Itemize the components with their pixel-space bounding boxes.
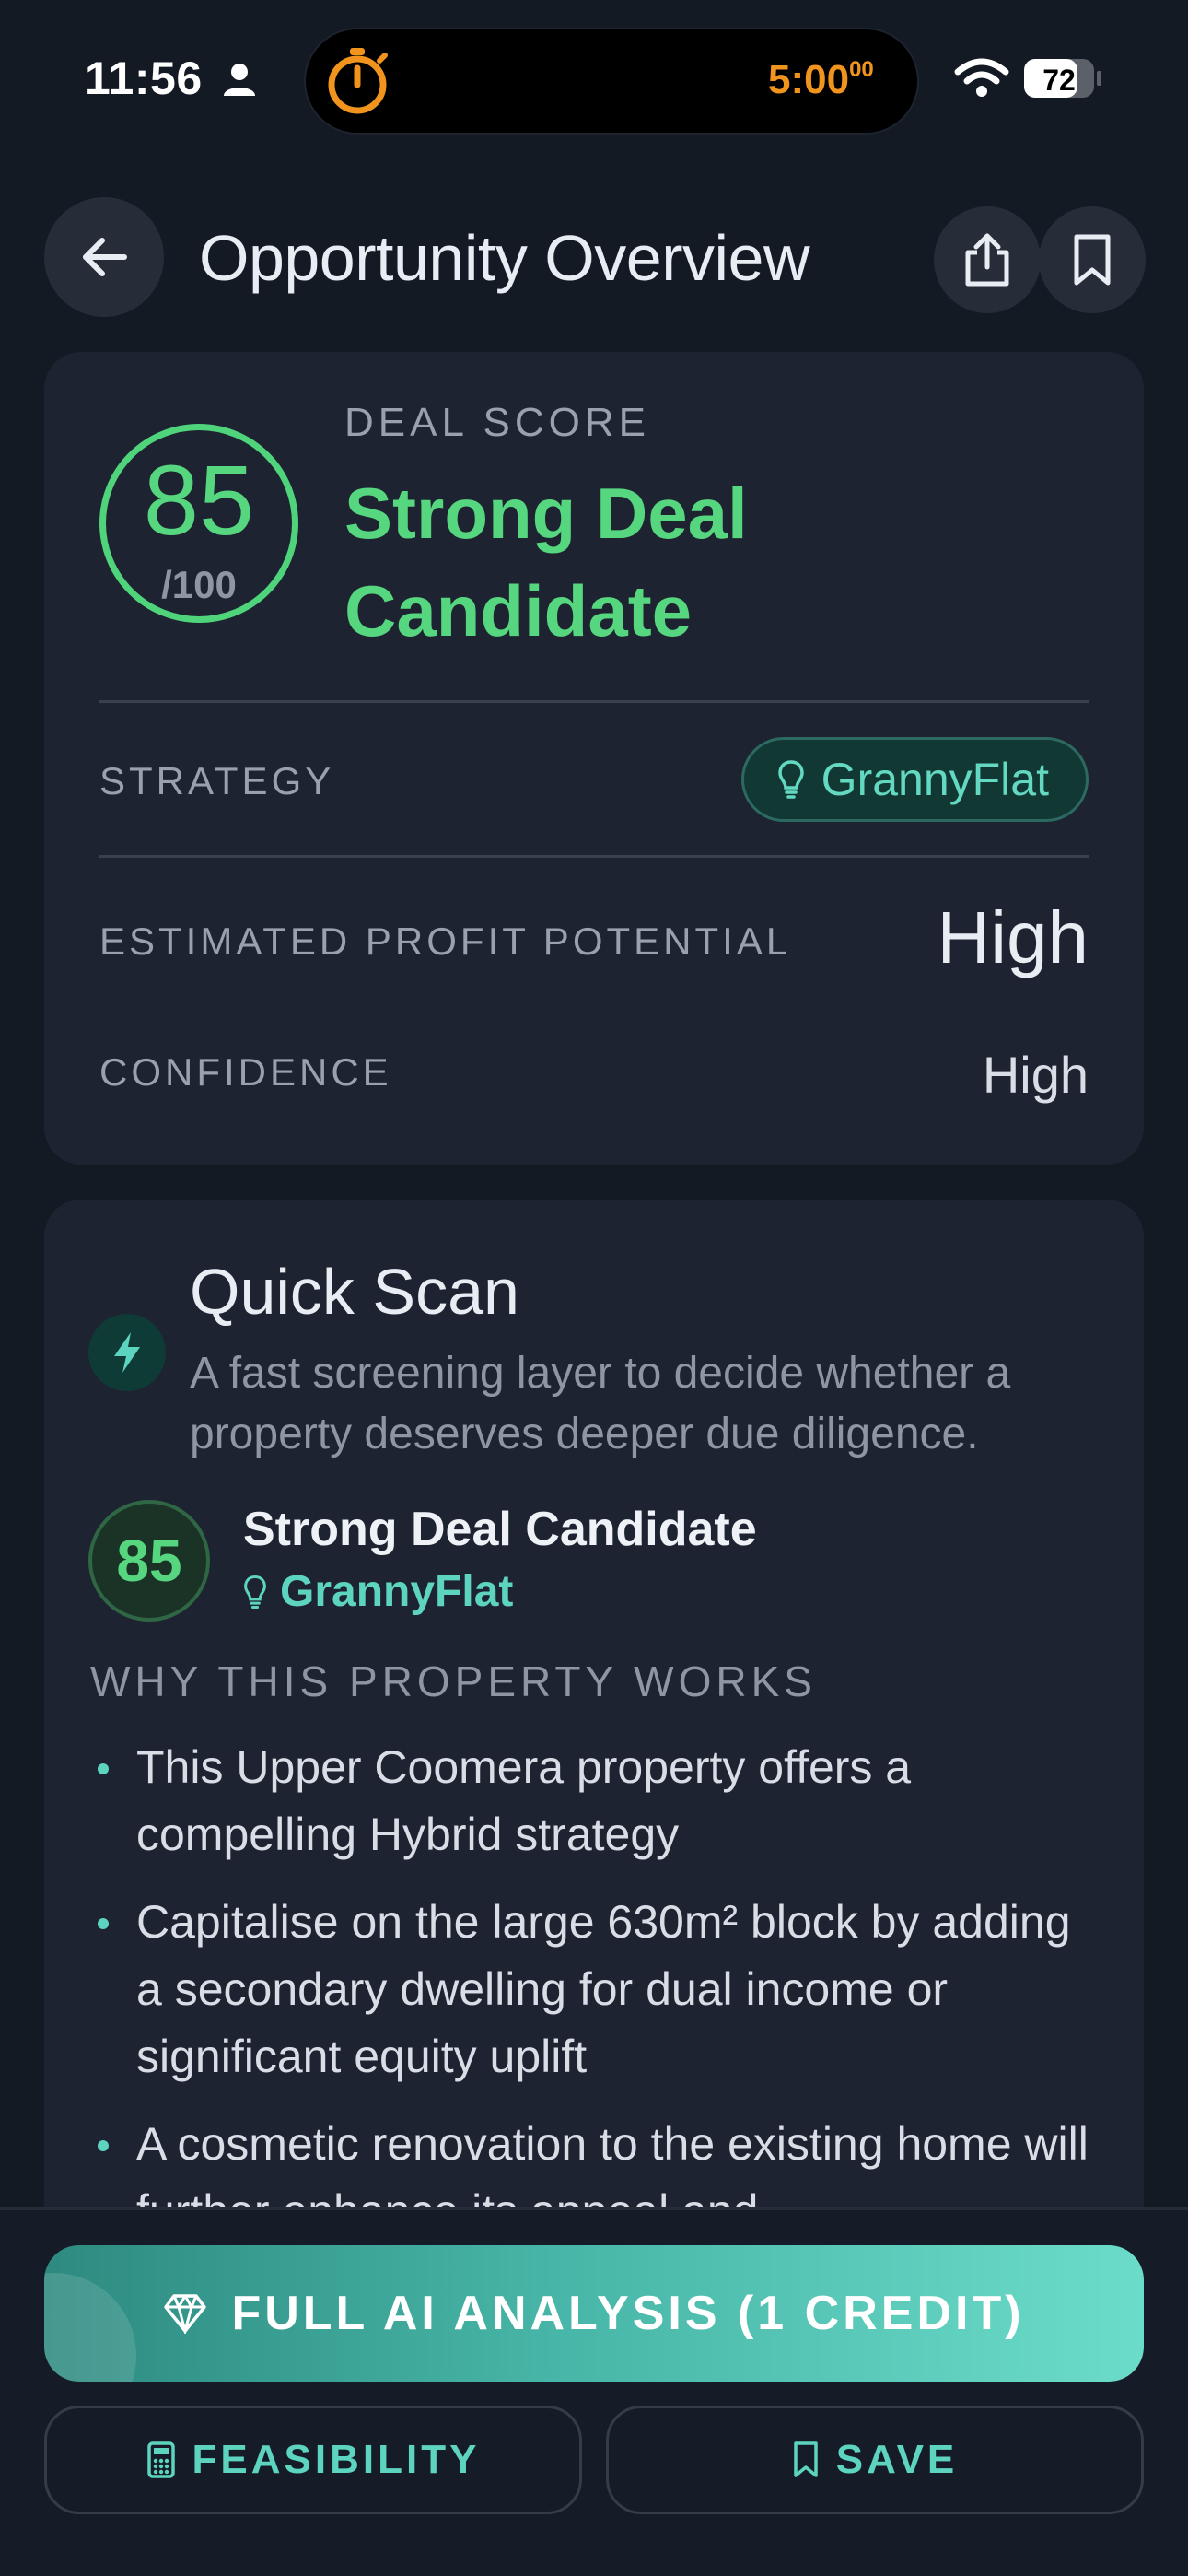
arrow-left-icon: [83, 238, 127, 276]
share-icon: [965, 233, 1009, 287]
status-bar: 11:56 5:0000 72: [0, 0, 1188, 166]
lightbulb-icon: [777, 760, 804, 799]
deal-score-label: DEAL SCORE: [344, 400, 651, 445]
full-analysis-button[interactable]: FULL AI ANALYSIS (1 CREDIT): [44, 2245, 1144, 2382]
page-title: Opportunity Overview: [199, 222, 810, 294]
quick-scan-strategy: GrannyFlat: [243, 1566, 513, 1617]
timer-readout: 5:0000: [768, 57, 874, 103]
save-button[interactable]: SAVE: [606, 2406, 1144, 2514]
strategy-pill[interactable]: GrannyFlat: [740, 737, 1089, 822]
quick-scan-card: Quick Scan A fast screening layer to dec…: [44, 1200, 1144, 2268]
diamond-icon: [164, 2294, 207, 2334]
calculator-icon: [146, 2441, 175, 2478]
timer-icon: [328, 48, 388, 114]
deal-score-card: 85 /100 DEAL SCORE Strong Deal Candidate…: [44, 352, 1144, 1165]
score-ring: 85 /100: [99, 424, 298, 623]
share-button[interactable]: [934, 206, 1041, 313]
why-label: WHY THIS PROPERTY WORKS: [90, 1657, 817, 1705]
back-button[interactable]: [44, 197, 164, 317]
divider: [99, 700, 1089, 703]
profit-label: ESTIMATED PROFIT POTENTIAL: [99, 919, 792, 963]
quick-scan-title: Quick Scan: [190, 1256, 519, 1328]
quick-scan-verdict: Strong Deal Candidate: [243, 1503, 757, 1556]
screen: 11:56 5:0000 72 Opportunity Overview 85 …: [0, 0, 1188, 2576]
person-icon: [224, 64, 255, 96]
status-time: 11:56: [85, 53, 203, 104]
confidence-label: CONFIDENCE: [99, 1050, 392, 1094]
header: Opportunity Overview: [0, 193, 1188, 322]
lightning-icon: [88, 1314, 166, 1391]
wifi-icon: [954, 58, 1009, 97]
strategy-value: GrannyFlat: [821, 754, 1049, 805]
feasibility-button[interactable]: FEASIBILITY: [44, 2406, 582, 2514]
deal-verdict: Strong Deal Candidate: [344, 473, 748, 651]
timer-sup: 00: [849, 57, 874, 82]
bottom-action-bar: FULL AI ANALYSIS (1 CREDIT) FEASIBILITY …: [0, 2207, 1188, 2576]
confidence-value: High: [982, 1046, 1089, 1104]
bookmark-button[interactable]: [1039, 206, 1146, 313]
divider: [99, 855, 1089, 858]
strategy-label: STRATEGY: [99, 759, 335, 802]
lightbulb-icon: [244, 1575, 266, 1609]
profit-value: High: [937, 896, 1089, 978]
mini-score-value: 85: [116, 1528, 182, 1594]
bookmark-icon: [1074, 234, 1111, 286]
score-value: 85: [143, 444, 255, 556]
bookmark-icon: [793, 2441, 818, 2477]
list-item: Capitalise on the large 630m² block by a…: [90, 1889, 1103, 2090]
battery-icon: 72: [1024, 59, 1101, 98]
quick-scan-strategy-value: GrannyFlat: [280, 1567, 514, 1616]
timer-value: 5:00: [768, 57, 850, 102]
score-out-of: /100: [161, 563, 237, 606]
save-label: SAVE: [835, 2437, 959, 2482]
quick-scan-description: A fast screening layer to decide whether…: [190, 1349, 1011, 1458]
full-analysis-label: FULL AI ANALYSIS (1 CREDIT): [231, 2287, 1025, 2340]
list-item: This Upper Coomera property offers a com…: [90, 1734, 1103, 1868]
feasibility-label: FEASIBILITY: [192, 2437, 481, 2482]
battery-level: 72: [1042, 64, 1076, 97]
reasons-list: This Upper Coomera property offers a com…: [90, 1734, 1103, 2266]
mini-score-badge: 85: [88, 1500, 210, 1622]
